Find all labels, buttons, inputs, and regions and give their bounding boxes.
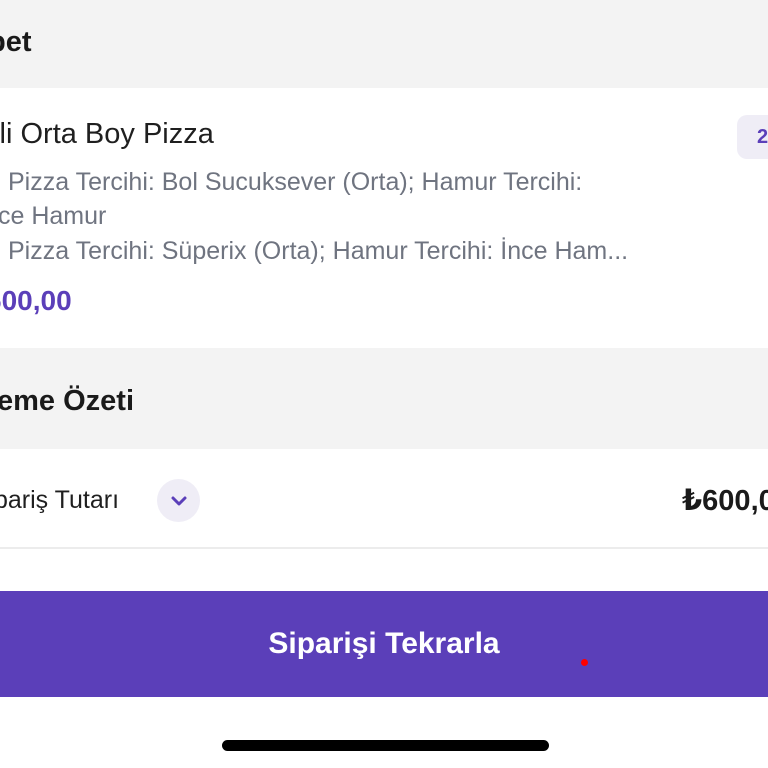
product-option-line: Pizza Tercihi: Bol Sucuksever (Orta); Ha… xyxy=(8,168,583,196)
order-detail-screen: pet 'li Orta Boy Pizza 2 Pizza Tercihi: … xyxy=(0,0,768,768)
basket-title: pet xyxy=(0,26,32,58)
repeat-order-label: Siparişi Tekrarla xyxy=(268,627,500,660)
order-total-label: pariş Tutarı xyxy=(0,486,120,514)
product-option-line: ce Hamur xyxy=(0,202,107,230)
basket-section-header: pet xyxy=(0,0,768,88)
product-name: 'li Orta Boy Pizza xyxy=(0,118,214,150)
payment-summary-title: eme Özeti xyxy=(0,385,134,417)
order-total-value: ₺600,0 xyxy=(682,485,768,517)
expand-summary-button[interactable] xyxy=(157,479,200,522)
product-price: 600,00 xyxy=(0,285,72,316)
repeat-order-button[interactable]: Siparişi Tekrarla xyxy=(0,591,768,697)
order-total-row: pariş Tutarı ₺600,0 xyxy=(0,449,768,549)
home-indicator[interactable] xyxy=(222,740,549,751)
quantity-value: 2 xyxy=(757,126,768,148)
product-option-line: Pizza Tercihi: Süperix (Orta); Hamur Ter… xyxy=(8,237,629,265)
quantity-badge: 2 xyxy=(737,115,768,159)
chevron-down-icon xyxy=(171,496,186,505)
touch-indicator xyxy=(581,659,588,666)
product-card: 'li Orta Boy Pizza 2 Pizza Tercihi: Bol … xyxy=(0,88,768,348)
payment-summary-header: eme Özeti xyxy=(0,348,768,449)
